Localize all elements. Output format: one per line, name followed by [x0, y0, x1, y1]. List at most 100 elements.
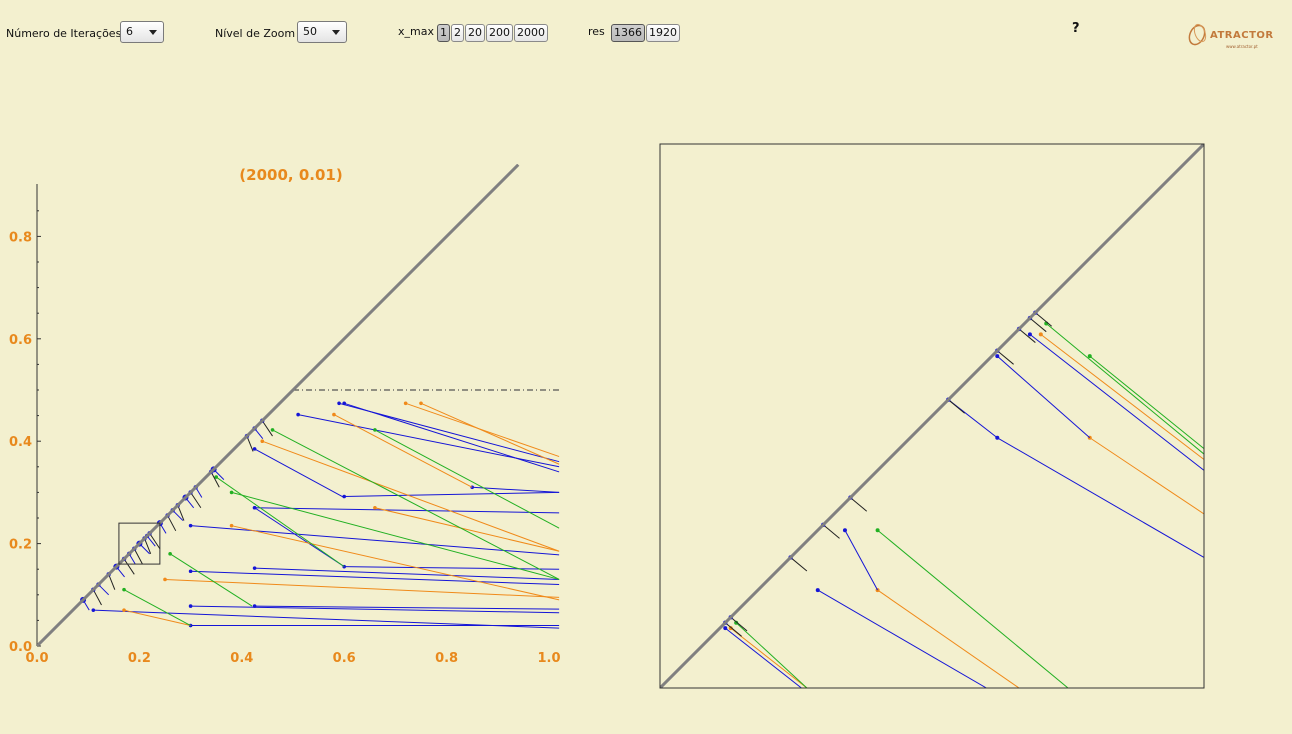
zoom-series-line-blue: [997, 437, 1204, 558]
data-point-blue: [337, 401, 341, 406]
logo-name: ATRACTOR: [1210, 30, 1274, 41]
zoom-series-line-blue: [844, 530, 879, 591]
data-point-orange: [163, 577, 167, 582]
xmax-option-1[interactable]: 1: [437, 24, 450, 42]
xmax-label: x_max: [398, 25, 434, 38]
help-button[interactable]: ?: [1072, 21, 1080, 36]
data-point-orange: [260, 439, 265, 444]
diagonal-tick-line: [108, 574, 116, 590]
data-point-blue: [252, 505, 257, 510]
zoom-series-line-green: [877, 529, 1069, 688]
zoom-data-point-green: [875, 528, 880, 533]
diagonal-tick-line: [261, 420, 273, 437]
iterations-value: 6: [126, 25, 133, 38]
data-point-blue: [296, 412, 300, 417]
series-line-orange: [333, 414, 473, 488]
series-line-green: [374, 429, 560, 529]
zoom-data-point-green: [1087, 354, 1092, 359]
xmax-option-200[interactable]: 200: [486, 24, 513, 42]
series-line-green: [123, 589, 191, 626]
iterations-select[interactable]: 6: [120, 21, 164, 43]
zoom-series-line-blue: [724, 627, 802, 688]
zoom-series-line-blue: [996, 355, 1091, 439]
data-point-green: [168, 552, 172, 556]
data-point-orange: [403, 401, 408, 406]
zoom-diagonal-tick-line: [850, 497, 868, 512]
x-tick-label: 0.8: [435, 651, 458, 666]
data-point-green: [270, 428, 275, 432]
diagonal-tick-line: [92, 589, 102, 606]
zoom-series-line-blue: [1029, 334, 1204, 471]
chevron-down-icon: [332, 30, 340, 35]
res-option-1366[interactable]: 1366: [611, 24, 645, 42]
zoom-series-line-blue: [817, 589, 987, 688]
series-line-orange: [374, 507, 560, 552]
zoom-diagonal-tick-line: [822, 524, 840, 539]
data-point-blue: [188, 569, 193, 574]
data-point-blue: [252, 566, 257, 570]
diagonal-tick-line: [246, 435, 254, 452]
zoom-series-line-green: [735, 622, 808, 688]
chevron-down-icon: [149, 30, 157, 35]
zoom-diagonal-tick-line: [790, 557, 808, 572]
plot-area: [37, 164, 560, 646]
zoom-data-point-blue: [995, 354, 1000, 359]
xmax-buttons: 1 2 20 200 2000: [437, 24, 549, 42]
zoom-series-line-orange: [1089, 437, 1204, 515]
xmax-option-2000[interactable]: 2000: [514, 24, 548, 42]
x-tick-label: 0.4: [230, 651, 253, 666]
x-tick-label: 0.2: [128, 651, 151, 666]
series-line-blue: [254, 567, 560, 580]
y-tick-label: 0.2: [9, 538, 32, 553]
data-point-blue: [91, 608, 96, 612]
data-point-orange: [332, 412, 336, 417]
iterations-label: Número de Iterações: [6, 27, 122, 40]
series-line-blue: [472, 486, 560, 493]
zoom-diagonal-tick-line: [996, 350, 1014, 365]
zoom-series-line-green: [1045, 323, 1204, 455]
data-point-orange: [419, 401, 423, 406]
chart-title: (2000, 0.01): [239, 166, 342, 184]
data-point-blue: [188, 523, 193, 528]
y-tick-label: 0.6: [9, 333, 32, 348]
zoom-series-line-orange: [1040, 334, 1204, 460]
data-point-blue: [252, 604, 257, 608]
data-point-orange: [229, 523, 234, 528]
zoom-select[interactable]: 50: [297, 21, 347, 43]
series-line-orange: [231, 525, 560, 601]
res-buttons: 1366 1920: [611, 24, 681, 42]
zoom-data-point-orange: [1038, 332, 1043, 337]
zoom-data-point-blue: [1027, 332, 1032, 337]
zoom-data-point-blue: [842, 528, 847, 533]
series-line-green: [272, 429, 560, 580]
res-option-1920[interactable]: 1920: [646, 24, 680, 42]
main-chart: 0.00.20.40.60.80.0 0.2 0.4 0.6 0.8 1.0(2000, …: [9, 164, 561, 666]
series-line-blue: [190, 570, 560, 586]
series-line-blue: [344, 566, 560, 570]
x-tick-label: 0.0: [25, 651, 48, 666]
res-label: res: [588, 25, 605, 38]
series-line-blue: [254, 448, 345, 498]
series-line-blue: [344, 491, 560, 497]
diagonal-tick-line: [133, 548, 143, 565]
data-point-green: [122, 587, 126, 592]
zoom-diagonal-line: [660, 144, 1204, 688]
data-point-blue: [188, 604, 193, 608]
data-point-blue: [252, 447, 257, 451]
zoom-plot-area: [660, 144, 1204, 688]
zoom-value: 50: [303, 25, 317, 38]
zoom-label: Nível de Zoom: [215, 27, 296, 40]
zoom-diagonal-tick-line: [947, 399, 965, 414]
x-tick-label: 0.6: [333, 651, 356, 666]
data-point-green: [373, 428, 377, 432]
zoom-data-point-blue: [815, 588, 820, 593]
series-line-green: [231, 491, 560, 580]
zoom-series-line-orange: [877, 589, 1020, 688]
xmax-option-20[interactable]: 20: [465, 24, 485, 42]
series-line-green: [215, 476, 345, 568]
data-point-green: [229, 490, 234, 495]
x-tick-label: 1.0: [537, 651, 560, 666]
xmax-option-2[interactable]: 2: [451, 24, 464, 42]
atractor-logo: ATRACTOR www.atractor.pt: [1186, 17, 1276, 51]
zoom-series-line-green: [1089, 355, 1204, 450]
